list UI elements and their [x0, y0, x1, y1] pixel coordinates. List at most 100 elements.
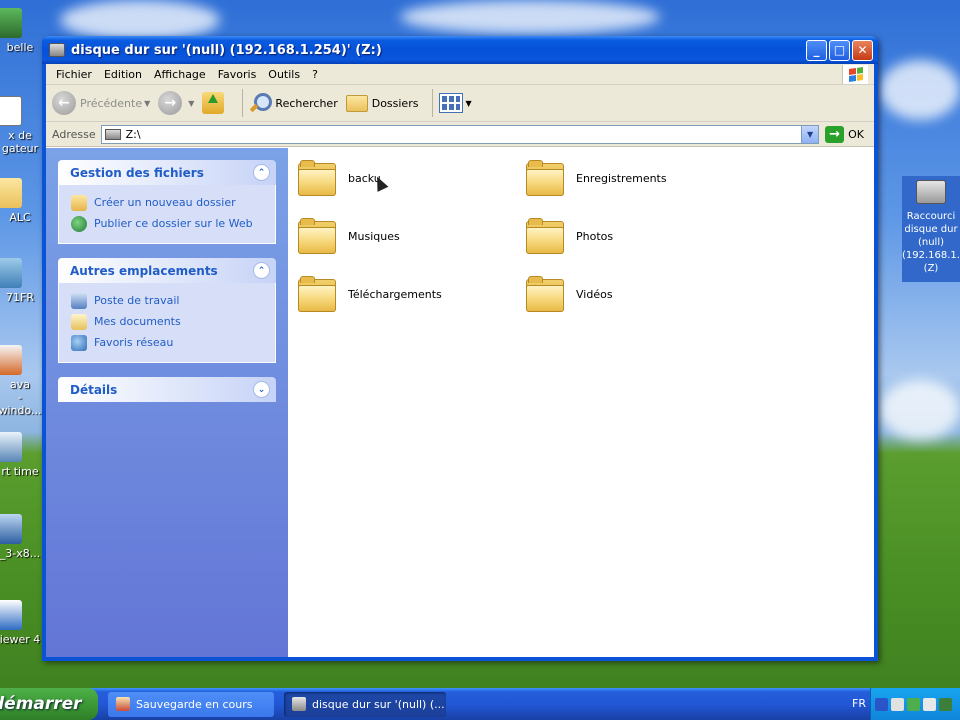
folder-icon [0, 178, 22, 208]
address-label: Adresse [52, 127, 96, 141]
folder-item[interactable]: backu [298, 160, 381, 196]
window-body: Gestion des fichiers ⌃ Créer un nouveau … [46, 148, 874, 657]
desktop-icon[interactable]: ava -windo... [0, 345, 42, 417]
documents-folder-icon [71, 313, 87, 330]
views-button[interactable]: ▼ [439, 93, 472, 113]
network-icon [0, 258, 22, 288]
viewer-icon [0, 600, 22, 630]
address-bar: Adresse Z:\ ▼ → OK [46, 122, 874, 147]
folder-item[interactable]: Vidéos [526, 276, 613, 312]
folder-icon [526, 276, 564, 312]
language-indicator[interactable]: FR [852, 697, 866, 710]
folder-item[interactable]: Enregistrements [526, 160, 667, 196]
place-my-computer[interactable]: Poste de travail [71, 290, 265, 311]
network-drive-icon [49, 43, 65, 57]
search-icon [249, 92, 273, 114]
toolbar-separator [242, 89, 244, 117]
menu-edition[interactable]: Edition [98, 68, 148, 81]
clock-icon [0, 432, 22, 462]
taskbar-item-explorer[interactable]: disque dur sur '(null) (... [284, 691, 446, 717]
task-new-folder[interactable]: Créer un nouveau dossier [71, 192, 265, 213]
go-arrow-icon: → [825, 125, 845, 143]
place-my-documents[interactable]: Mes documents [71, 311, 265, 332]
menu-affichage[interactable]: Affichage [148, 68, 212, 81]
place-network[interactable]: Favoris réseau [71, 332, 265, 353]
globe-icon [71, 215, 87, 232]
menu-favoris[interactable]: Favoris [212, 68, 263, 81]
address-value: Z:\ [125, 127, 141, 141]
file-list: backu Enregistrements Musiques Photos Té… [288, 148, 874, 657]
folders-icon [345, 94, 368, 112]
views-icon [439, 93, 464, 113]
chevron-down-icon[interactable]: ▼ [801, 125, 819, 143]
chevron-down-icon: ▼ [465, 98, 472, 108]
folder-item[interactable]: Photos [526, 218, 613, 254]
panel-header[interactable]: Détails ⌄ [58, 377, 276, 402]
desktop-icon[interactable]: belle [0, 8, 42, 54]
taskbar-item-backup[interactable]: Sauvegarde en cours [108, 691, 274, 717]
network-drive-icon [916, 180, 946, 204]
window-client: Fichier Edition Affichage Favoris Outils… [46, 64, 874, 657]
tray-icon[interactable] [923, 697, 936, 711]
panel-header[interactable]: Gestion des fichiers ⌃ [58, 160, 276, 185]
forward-button[interactable]: → ▼ [158, 91, 194, 115]
folder-icon [298, 218, 336, 254]
window-title: disque dur sur '(null) (192.168.1.254)' … [71, 42, 382, 58]
title-bar[interactable]: disque dur sur '(null) (192.168.1.254)' … [42, 36, 878, 64]
panel-details: Détails ⌄ [58, 377, 276, 402]
folder-item[interactable]: Musiques [298, 218, 400, 254]
task-publish-web[interactable]: Publier ce dossier sur le Web [71, 213, 265, 234]
collapse-icon[interactable]: ⌃ [253, 262, 270, 279]
desktop-icon[interactable]: 71FR [0, 258, 42, 304]
chevron-down-icon[interactable]: ▼ [188, 99, 194, 108]
tray-icon[interactable] [907, 697, 920, 711]
collapse-icon[interactable]: ⌃ [253, 164, 270, 181]
tray-icon[interactable] [939, 697, 952, 711]
desktop-icon[interactable]: x de gateur [0, 96, 42, 155]
menu-help[interactable]: ? [306, 68, 324, 81]
menu-fichier[interactable]: Fichier [50, 68, 98, 81]
up-folder-icon [202, 92, 225, 114]
go-button[interactable]: → OK [825, 125, 864, 143]
folder-icon [526, 218, 564, 254]
network-icon [71, 334, 87, 351]
tray-icon[interactable] [875, 697, 888, 711]
desktop-shortcut-network-drive[interactable]: Raccourci disque dur (null) (192.168.1..… [902, 176, 960, 282]
address-input[interactable]: Z:\ ▼ [100, 124, 820, 144]
maximize-button[interactable]: □ [829, 39, 850, 61]
taskbar: démarrer Sauvegarde en cours disque dur … [0, 688, 960, 720]
chevron-down-icon[interactable]: ▼ [144, 99, 150, 108]
new-folder-icon [71, 194, 87, 211]
backup-icon [116, 697, 130, 711]
up-folder-button[interactable] [202, 92, 228, 114]
network-drive-icon [292, 697, 306, 711]
desktop-cloud [60, 0, 220, 40]
start-button[interactable]: démarrer [0, 688, 98, 720]
task-pane: Gestion des fichiers ⌃ Créer un nouveau … [46, 148, 288, 657]
menu-outils[interactable]: Outils [262, 68, 306, 81]
folders-button[interactable]: Dossiers [345, 94, 418, 112]
panel-other-places: Autres emplacements ⌃ Poste de travail M… [58, 258, 276, 363]
back-button[interactable]: ← Précédente ▼ [52, 91, 150, 115]
close-button[interactable]: ✕ [852, 39, 873, 61]
app-icon [0, 8, 22, 38]
expand-icon[interactable]: ⌄ [253, 381, 270, 398]
toolbar-separator [432, 89, 434, 117]
desktop-icon[interactable]: rt time [0, 432, 42, 478]
panel-header[interactable]: Autres emplacements ⌃ [58, 258, 276, 283]
tray-icon[interactable] [891, 697, 904, 711]
folder-item[interactable]: Téléchargements [298, 276, 442, 312]
search-button[interactable]: Rechercher [249, 92, 338, 114]
desktop-cloud [400, 0, 660, 34]
menu-bar: Fichier Edition Affichage Favoris Outils… [46, 64, 874, 85]
desktop-icon[interactable]: ALC [0, 178, 42, 224]
desktop-icon[interactable]: iewer 4 [0, 600, 42, 646]
java-icon [0, 345, 22, 375]
minimize-button[interactable]: _ [806, 39, 827, 61]
desktop-icon[interactable]: _3-x8... [0, 514, 42, 560]
app-icon [0, 96, 22, 126]
folder-icon [298, 276, 336, 312]
panel-file-tasks: Gestion des fichiers ⌃ Créer un nouveau … [58, 160, 276, 244]
forward-arrow-icon: → [158, 91, 183, 115]
folder-icon [298, 160, 336, 196]
